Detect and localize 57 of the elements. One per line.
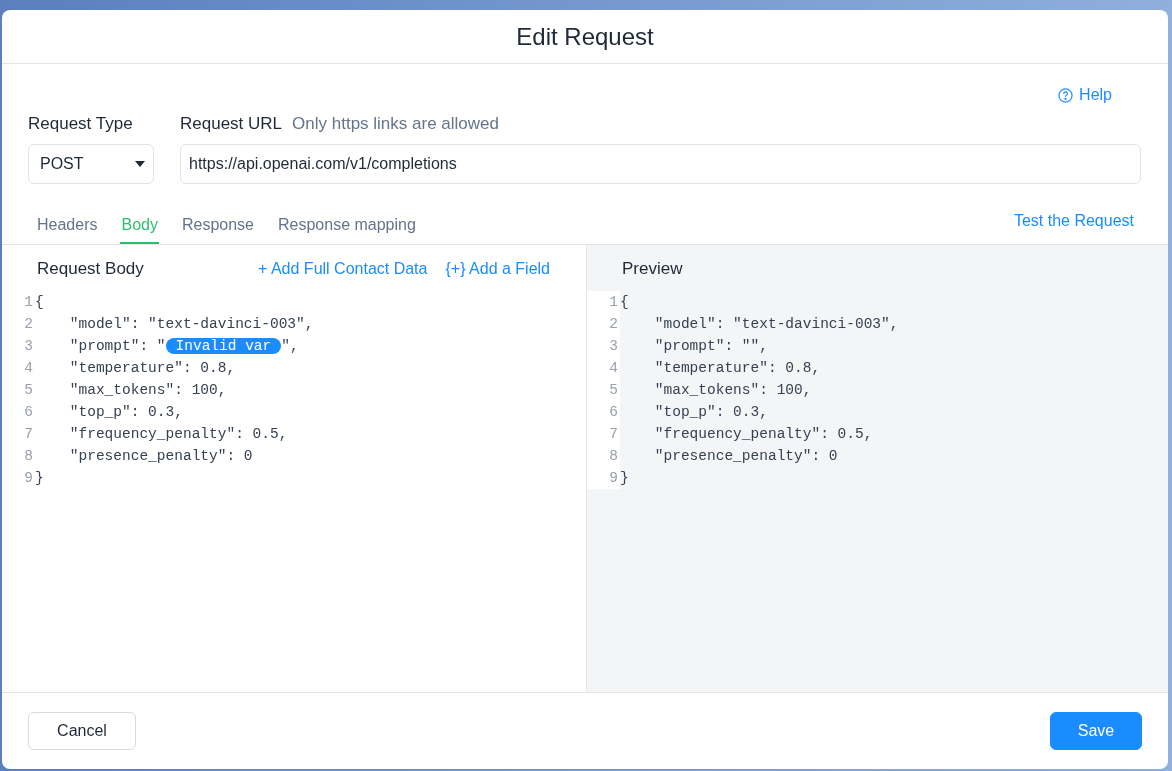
code-text: } — [620, 470, 629, 486]
code-text: "prompt": "", — [653, 338, 768, 354]
help-icon — [1058, 87, 1074, 103]
caret-icon — [135, 161, 145, 167]
line-number: 4 — [23, 359, 34, 378]
line-number: 8 — [587, 445, 620, 467]
code-text: "prompt": " — [68, 338, 166, 354]
line-number: 9 — [587, 467, 620, 489]
line-number: 8 — [23, 447, 34, 466]
code-text: "temperature": 0.8, — [68, 360, 236, 376]
line-number: 9 — [23, 469, 34, 488]
line-number: 6 — [587, 401, 620, 423]
line-number: 3 — [23, 337, 34, 356]
panel-title: Preview — [622, 259, 684, 279]
add-link[interactable]: {+} Add a Field — [445, 260, 550, 278]
code-text: "top_p": 0.3, — [68, 404, 183, 420]
field-label: Request URL — [180, 114, 283, 134]
cancel-button[interactable]: Cancel — [28, 712, 136, 750]
tab[interactable]: Response mapping — [277, 210, 417, 244]
url-input[interactable]: https://api.openai.com/v1/completions — [180, 144, 1141, 184]
code-text: ", — [281, 338, 299, 354]
line-number: 5 — [23, 381, 34, 400]
code-text: "presence_penalty": 0 — [653, 448, 838, 464]
help-link[interactable]: Help — [1058, 84, 1112, 106]
save-button[interactable]: Save — [1050, 712, 1142, 750]
line-number: 1 — [23, 293, 34, 312]
line-number: 2 — [587, 313, 620, 335]
variable-token[interactable]: Invalid var — [165, 338, 282, 354]
dialog-title: Edit Request — [516, 22, 654, 51]
panel-title: Request Body — [37, 259, 145, 279]
code-text: { — [620, 294, 629, 310]
line-number: 7 — [587, 423, 620, 445]
code-text: "model": "text-davinci-003", — [68, 316, 314, 332]
line-number: 5 — [587, 379, 620, 401]
line-number: 1 — [587, 291, 620, 313]
line-number: 2 — [23, 315, 34, 334]
field-label: Request Type — [28, 114, 134, 134]
code-text: "top_p": 0.3, — [653, 404, 768, 420]
field-hint: Only https links are allowed — [292, 114, 499, 134]
tab[interactable]: Response — [180, 210, 255, 244]
code-text: } — [35, 470, 44, 486]
code-text: "model": "text-davinci-003", — [653, 316, 899, 332]
code-text: "presence_penalty": 0 — [68, 448, 253, 464]
line-number: 6 — [23, 403, 34, 422]
add-link[interactable]: + Add Full Contact Data — [258, 260, 428, 278]
line-number: 3 — [587, 335, 620, 357]
test-request-link[interactable]: Test the Request — [1013, 212, 1134, 244]
line-number: 7 — [23, 425, 34, 444]
code-text: { — [35, 294, 44, 310]
code-text: "frequency_penalty": 0.5, — [68, 426, 288, 442]
request-type-select[interactable]: POST — [28, 144, 154, 184]
code-text: "max_tokens": 100, — [68, 382, 227, 398]
code-text: "max_tokens": 100, — [653, 382, 812, 398]
code-text: "frequency_penalty": 0.5, — [653, 426, 873, 442]
code-text: "temperature": 0.8, — [653, 360, 821, 376]
line-number: 4 — [587, 357, 620, 379]
tab[interactable]: Headers — [36, 210, 99, 244]
